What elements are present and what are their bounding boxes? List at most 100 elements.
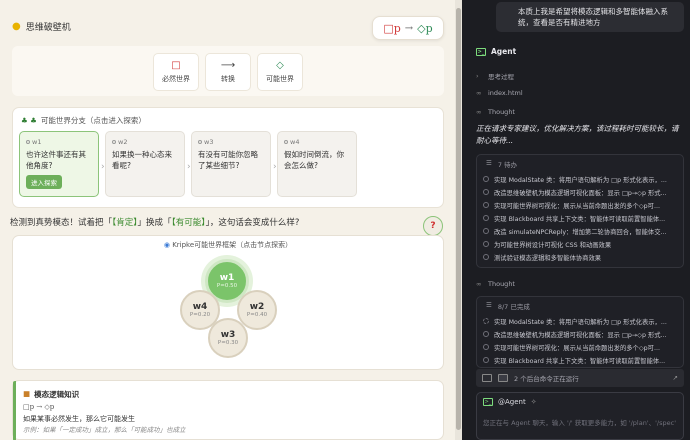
circle-icon bbox=[483, 202, 489, 208]
thought-icon: ∞ bbox=[476, 280, 482, 288]
input-placeholder[interactable]: 您正在与 Agent 聊天，输入 '/' 获取更多能力，如 '/plan'、'/… bbox=[483, 418, 679, 428]
mode-label: 必然世界 bbox=[162, 75, 190, 83]
branch-title: ♣ ♣ 可能世界分支（点击进入探索） bbox=[21, 115, 146, 126]
circle-icon bbox=[483, 176, 489, 182]
user-message: 本质上我是希望将模态逻辑和多智能体融入系统，查看是否有精进地方 bbox=[496, 2, 684, 32]
circle-icon bbox=[483, 357, 489, 363]
mode-label: 转换 bbox=[221, 75, 235, 83]
todo-text: 测试验证模态逻辑和多智能体协商效果 bbox=[494, 255, 602, 262]
world-question: 也许这件事还有其他角度? bbox=[26, 150, 86, 170]
world-card-w3[interactable]: w3 有没有可能你忽略了某些细节? bbox=[191, 131, 271, 197]
list-icon[interactable] bbox=[482, 374, 492, 382]
circle-icon bbox=[26, 140, 30, 144]
chat-input[interactable]: >_ @Agent ✧ 您正在与 Agent 聊天，输入 '/' 获取更多能力，… bbox=[476, 392, 684, 440]
terminal-icon[interactable] bbox=[498, 374, 508, 382]
completed-list: ☰ 8/7 已完成 实现 ModalState 类：将用户语句解析为 □p 形式… bbox=[476, 296, 684, 368]
progress-circle-icon bbox=[483, 318, 489, 324]
todo-header[interactable]: ☰ 7 待办 bbox=[486, 159, 517, 169]
todo-list: ☰ 7 待办 实现 ModalState 类：将用户语句解析为 □p 形式化表示… bbox=[476, 154, 684, 268]
necessary-world-button[interactable]: □ 必然世界 bbox=[153, 53, 199, 91]
knowledge-description: 如果某事必然发生，那么它可能发生 bbox=[23, 415, 135, 423]
scrollbar[interactable] bbox=[455, 0, 462, 440]
kripke-frame-panel: ◉ Kripke可能世界框架（点击节点探索） w1 P=0.50 w4 P=0.… bbox=[12, 235, 444, 370]
hint-to: 【有可能】 bbox=[171, 218, 206, 228]
world-question: 如果换一种心态来看呢? bbox=[112, 150, 172, 170]
agent-header: >_ Agent bbox=[476, 47, 516, 56]
hint-suffix: 」，这句话会变成什么样? bbox=[205, 218, 300, 228]
progress-note: 正在请求专家建议，优化解决方案，该过程耗时可能较长，请耐心等待... bbox=[476, 124, 679, 145]
kripke-title-text: Kripke可能世界框架（点击节点探索） bbox=[172, 241, 293, 249]
arrow-right-icon: ⟶ bbox=[220, 60, 236, 71]
done-item: 实现可能世界树可视化：展示从当前命题出发的多个◇p可... bbox=[483, 343, 679, 352]
world-question: 有没有可能你忽略了某些细节? bbox=[198, 150, 258, 170]
circle-icon bbox=[284, 140, 288, 144]
kripke-title: ◉ Kripke可能世界框架（点击节点探索） bbox=[13, 240, 443, 250]
world-id-text: w2 bbox=[118, 138, 128, 146]
possible-world-button[interactable]: ◇ 可能世界 bbox=[257, 53, 303, 91]
input-agent-selector[interactable]: >_ @Agent ✧ bbox=[483, 398, 537, 406]
modal-detection-hint: 检测到真势模态！试着把「【肯定】」换成「【有可能】」，这句话会变成什么样? bbox=[10, 216, 299, 228]
thinking-toggle[interactable]: › 思考过程 bbox=[476, 71, 514, 81]
circle-icon bbox=[483, 254, 489, 260]
circle-icon bbox=[198, 140, 202, 144]
terminal-icon: >_ bbox=[483, 398, 493, 406]
todo-item: 为可能世界树设计可视化 CSS 和动画效果 bbox=[483, 240, 679, 249]
world-card-w2[interactable]: w2 如果换一种心态来看呢? bbox=[105, 131, 185, 197]
done-header[interactable]: ☰ 8/7 已完成 bbox=[486, 301, 530, 311]
circle-icon bbox=[112, 140, 116, 144]
branch-title-text: 可能世界分支（点击进入探索） bbox=[40, 116, 146, 125]
thought-label: Thought bbox=[488, 280, 515, 288]
world-card-w4[interactable]: w4 假如时间倒流，你会怎么做? bbox=[277, 131, 357, 197]
mode-panel: □ 必然世界 ⟶ 转换 ◇ 可能世界 bbox=[12, 46, 444, 96]
expand-icon[interactable]: ↗ bbox=[673, 374, 678, 382]
todo-item: 实现 ModalState 类：将用户语句解析为 □p 形式化表示，... bbox=[483, 175, 679, 184]
globe-icon: ◉ bbox=[163, 241, 170, 249]
transform-button[interactable]: ⟶ 转换 bbox=[205, 53, 251, 91]
node-name: w4 bbox=[192, 302, 208, 312]
enter-explore-button[interactable]: 进入探索 bbox=[26, 175, 62, 189]
background-commands-bar[interactable]: 2 个后台命令正在运行 ↗ bbox=[476, 369, 684, 387]
todo-text: 为可能世界树设计可视化 CSS 和动画效果 bbox=[494, 242, 612, 249]
todo-title: 7 待办 bbox=[497, 161, 518, 169]
done-title: 8/7 已完成 bbox=[497, 303, 530, 311]
modal-knowledge-card: ■ 模态逻辑知识 □p → ◇p 如果某事必然发生，那么它可能发生 示例：如果「… bbox=[12, 380, 444, 440]
hint-from: 【肯定】 bbox=[112, 218, 138, 228]
book-icon: ■ bbox=[23, 389, 31, 398]
world-card-w1[interactable]: w1 也许这件事还有其他角度? 进入探索 bbox=[19, 131, 99, 197]
thought-row: ∞ Thought bbox=[476, 280, 515, 288]
app-canvas: ● 思维破壁机 □p → ◇p □ 必然世界 ⟶ 转换 ◇ 可能世界 ♣ ♣ 可… bbox=[0, 0, 462, 440]
world-branch-panel: ♣ ♣ 可能世界分支（点击进入探索） w1 也许这件事还有其他角度? 进入探索 … bbox=[12, 107, 444, 208]
world-id: w1 bbox=[26, 138, 92, 146]
knowledge-title: ■ 模态逻辑知识 bbox=[23, 389, 79, 400]
circle-icon bbox=[483, 215, 489, 221]
todo-item: 改造 simulateNPCReply：增加第二轮协商回合，智能体交... bbox=[483, 227, 679, 236]
agent-chat-panel: ↶ 本质上我是希望将模态逻辑和多智能体融入系统，查看是否有精进地方 >_ Age… bbox=[462, 0, 690, 440]
circle-icon bbox=[483, 241, 489, 247]
scrollbar-thumb[interactable] bbox=[456, 8, 461, 430]
formula-arrow: → bbox=[404, 22, 414, 34]
done-item: 改造思维破壁机为模态逻辑可视化面板：显示 □p→◇p 形式... bbox=[483, 330, 679, 339]
world-id-text: w1 bbox=[32, 138, 42, 146]
todo-text: 改造思维破壁机为模态逻辑可视化面板：显示 □p→◇p 形式... bbox=[494, 190, 667, 197]
file-name: index.html bbox=[488, 89, 523, 97]
world-node-w3[interactable]: w3 P=0.30 bbox=[208, 318, 248, 358]
diamond-icon: ◇ bbox=[276, 60, 284, 71]
list-icon: ☰ bbox=[486, 159, 492, 167]
file-link[interactable]: ∞ index.html bbox=[476, 89, 523, 97]
node-prob: P=0.30 bbox=[217, 340, 239, 346]
world-id: w2 bbox=[112, 138, 178, 146]
list-icon: ☰ bbox=[486, 301, 492, 309]
world-id: w4 bbox=[284, 138, 350, 146]
node-name: w3 bbox=[220, 330, 236, 340]
world-id-text: w4 bbox=[290, 138, 300, 146]
tools-icon[interactable]: ✧ bbox=[531, 398, 537, 406]
done-item: 实现 Blackboard 共享上下文类：智能体可读取前置智能体... bbox=[483, 356, 679, 365]
help-button[interactable]: ? bbox=[423, 216, 443, 236]
node-name: w1 bbox=[219, 273, 235, 283]
done-text: 实现 Blackboard 共享上下文类：智能体可读取前置智能体... bbox=[494, 358, 666, 365]
hint-mid: 」换成「 bbox=[137, 218, 172, 228]
thinking-label: 思考过程 bbox=[488, 73, 514, 81]
world-question: 假如时间倒流，你会怎么做? bbox=[284, 150, 344, 170]
knowledge-example: 示例：如果「一定成功」成立，那么「可能成功」也成立 bbox=[23, 426, 186, 434]
todo-text: 实现 Blackboard 共享上下文类：智能体可读取前置智能体... bbox=[494, 216, 666, 223]
